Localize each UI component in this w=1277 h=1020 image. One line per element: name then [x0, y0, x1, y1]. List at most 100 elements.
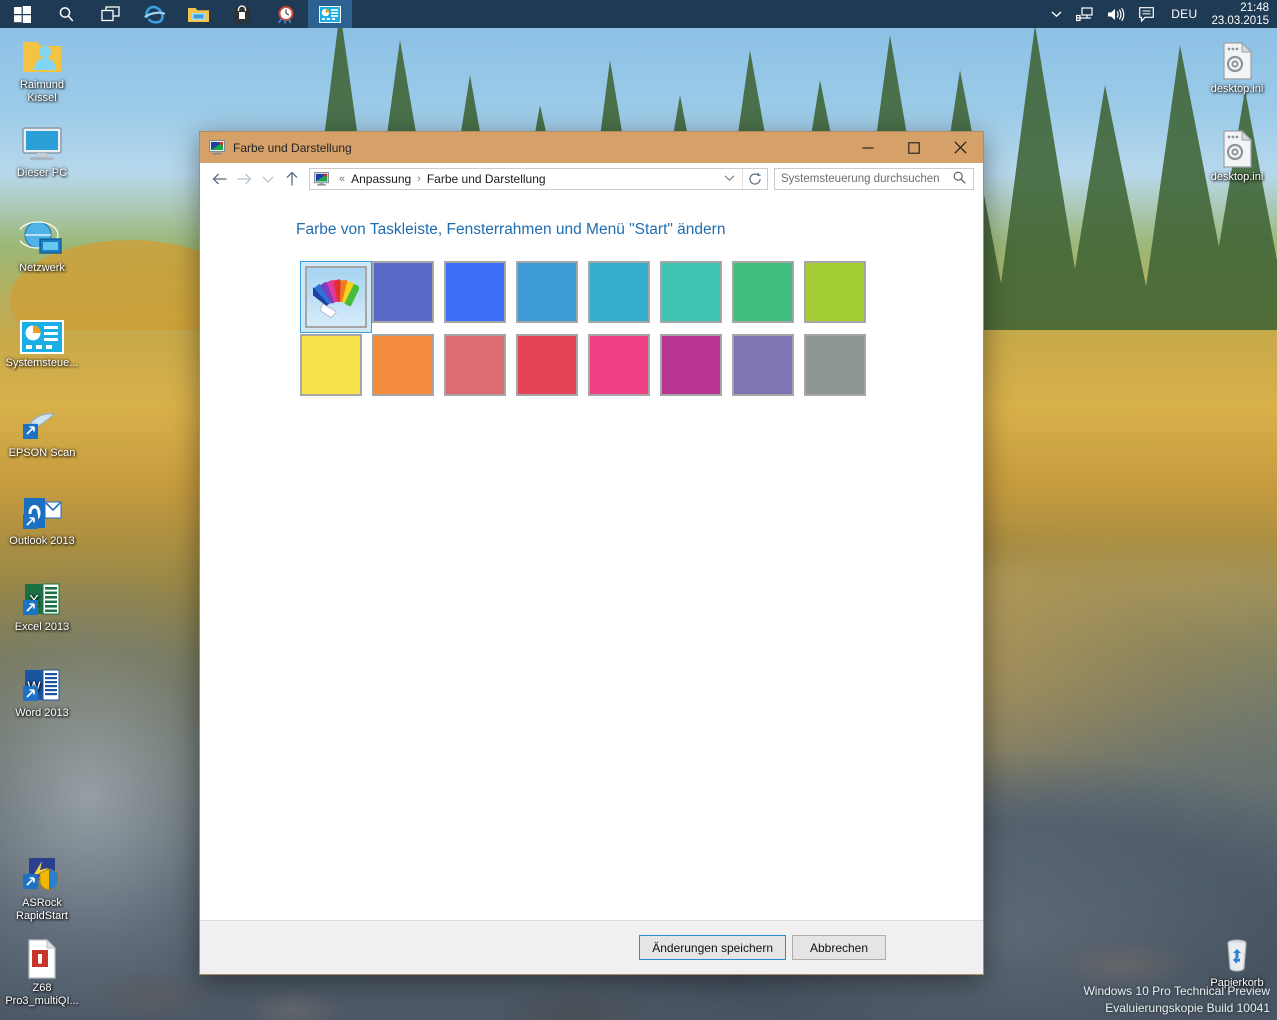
desktop-icon-excel[interactable]: X Excel 2013 [4, 574, 80, 634]
swatch-color-sky-blue[interactable] [516, 261, 588, 333]
swatch-custom-color-picker[interactable] [300, 261, 372, 333]
swatch-fill [732, 334, 794, 396]
taskbar: DEU 21:48 23.03.2015 [0, 0, 1277, 28]
volume-button[interactable] [1100, 0, 1132, 28]
breadcrumb-anpassung[interactable]: Anpassung [350, 172, 412, 186]
desktop-icon-pdf-file[interactable]: Z68 Pro3_multiQI... [4, 935, 80, 1007]
navigation-toolbar: « Anpassung › Farbe und Darstellung Syst… [200, 163, 983, 195]
swatch-fill [444, 334, 506, 396]
refresh-button[interactable] [742, 169, 767, 189]
swatch-color-lime[interactable] [804, 261, 876, 333]
close-button[interactable] [937, 132, 983, 163]
desktop-icon-label: Word 2013 [15, 707, 69, 719]
clock-app-button[interactable] [264, 0, 308, 28]
swatch-color-red[interactable] [516, 334, 588, 406]
recent-locations-button[interactable] [256, 167, 280, 191]
back-button[interactable] [208, 167, 232, 191]
color-fan-icon [313, 279, 359, 318]
swatch-fill [660, 261, 722, 323]
task-view-button[interactable] [88, 0, 132, 28]
window-footer: Änderungen speichern Abbrechen [200, 920, 983, 974]
swatch-fill [588, 334, 650, 396]
control-panel-button[interactable] [308, 0, 352, 28]
color-swatch-grid-row1 [200, 261, 983, 333]
save-changes-button[interactable]: Änderungen speichern [639, 935, 786, 960]
this-pc-icon [4, 120, 80, 164]
swatch-color-magenta[interactable] [660, 334, 732, 406]
arrow-left-icon [212, 173, 227, 185]
desktop-icon-desktop-ini-1[interactable]: desktop.ini [1199, 36, 1275, 96]
forward-button[interactable] [232, 167, 256, 191]
network-icon [1076, 6, 1093, 21]
desktop-icon-desktop-ini-2[interactable]: desktop.ini [1199, 124, 1275, 184]
internet-explorer-button[interactable] [132, 0, 176, 28]
search-button[interactable] [44, 0, 88, 28]
language-indicator[interactable]: DEU [1161, 7, 1207, 21]
store-button[interactable] [220, 0, 264, 28]
ini-file-icon [1199, 124, 1275, 168]
desktop-icon-label: Systemsteue... [5, 357, 79, 369]
start-button[interactable] [0, 0, 44, 28]
swatch-fill [804, 334, 866, 396]
up-button[interactable] [280, 167, 304, 191]
desktop-icon-epson-scan[interactable]: EPSON Scan [4, 400, 80, 460]
swatch-color-salmon[interactable] [444, 334, 516, 406]
desktop-icon-outlook[interactable]: Outlook 2013 [4, 488, 80, 548]
swatch-fill [732, 261, 794, 323]
desktop-icon-label: Z68 Pro3_multiQI... [5, 982, 79, 1007]
breadcrumb-overflow[interactable]: « [334, 173, 350, 185]
desktop-icon-control-panel[interactable]: Systemsteue... [4, 310, 80, 370]
cancel-button[interactable]: Abbrechen [792, 935, 886, 960]
desktop-icon-asrock-rapidstart[interactable]: ASRock RapidStart [4, 850, 80, 922]
asrock-rapidstart-icon [4, 850, 80, 894]
swatch-fill [660, 334, 722, 396]
search-icon [950, 171, 973, 187]
file-explorer-button[interactable] [176, 0, 220, 28]
maximize-icon [908, 141, 920, 154]
display-settings-icon [310, 172, 334, 186]
window-titlebar[interactable]: Farbe und Darstellung [200, 132, 983, 163]
swatch-color-teal[interactable] [660, 261, 732, 333]
swatch-color-yellow[interactable] [300, 334, 372, 406]
word-icon: W [4, 660, 80, 704]
ini-file-icon [1199, 36, 1275, 80]
pdf-file-icon [4, 935, 80, 979]
address-dropdown-button[interactable] [717, 173, 742, 185]
desktop-icon-this-pc[interactable]: Dieser PC [4, 120, 80, 180]
swatch-fill [804, 261, 866, 323]
swatch-color-indigo[interactable] [372, 261, 444, 333]
maximize-button[interactable] [891, 132, 937, 163]
swatch-color-blue[interactable] [444, 261, 516, 333]
swatch-color-pink[interactable] [588, 334, 660, 406]
clock[interactable]: 21:48 23.03.2015 [1207, 1, 1277, 28]
swatch-color-gray[interactable] [804, 334, 876, 406]
desktop-icon-user-folder[interactable]: Raimund Kissel [4, 32, 80, 104]
minimize-button[interactable] [845, 132, 891, 163]
minimize-icon [862, 146, 874, 149]
alarm-clock-icon [278, 5, 294, 23]
page-title: Farbe von Taskleiste, Fensterrahmen und … [296, 221, 726, 238]
swatch-color-cyan[interactable] [588, 261, 660, 333]
breadcrumb-farbe-und-darstellung[interactable]: Farbe und Darstellung [426, 172, 547, 186]
desktop-icon-word[interactable]: W Word 2013 [4, 660, 80, 720]
chevron-down-icon [262, 176, 274, 183]
search-input[interactable]: Systemsteuerung durchsuchen [774, 168, 974, 190]
system-tray: DEU 21:48 23.03.2015 [1044, 0, 1277, 28]
tray-overflow-button[interactable] [1044, 0, 1069, 28]
clock-time: 21:48 [1240, 1, 1269, 14]
swatch-fill [516, 334, 578, 396]
swatch-color-purple[interactable] [732, 334, 804, 406]
desktop-icon-recycle-bin[interactable]: Papierkorb [1199, 930, 1275, 990]
swatch-color-orange[interactable] [372, 334, 444, 406]
swatch-fill [300, 334, 362, 396]
swatch-color-green[interactable] [732, 261, 804, 333]
excel-icon: X [4, 574, 80, 618]
windows-logo-icon [13, 5, 31, 23]
desktop-icon-label: EPSON Scan [8, 447, 76, 459]
search-placeholder: Systemsteuerung durchsuchen [781, 173, 940, 185]
address-bar[interactable]: « Anpassung › Farbe und Darstellung [309, 168, 768, 190]
network-status-button[interactable] [1069, 0, 1100, 28]
color-and-appearance-window: Farbe und Darstellung « Anpassung › Farb… [199, 131, 984, 975]
desktop-icon-network[interactable]: Netzwerk [4, 215, 80, 275]
action-center-button[interactable] [1132, 0, 1161, 28]
